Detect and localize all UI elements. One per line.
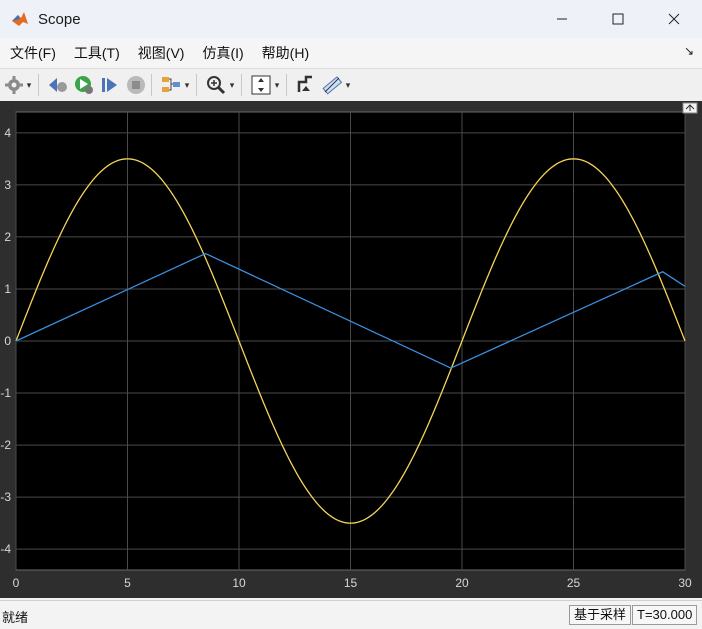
y-tick-label: -4 bbox=[0, 542, 11, 556]
minimize-button[interactable] bbox=[534, 0, 590, 38]
toolbar-separator bbox=[241, 74, 242, 96]
minimize-icon bbox=[557, 18, 567, 20]
restore-view-button[interactable] bbox=[682, 102, 698, 114]
toolbar-separator bbox=[286, 74, 287, 96]
stop-button[interactable] bbox=[125, 73, 147, 97]
menu-help[interactable]: 帮助(H) bbox=[254, 43, 317, 63]
run-icon bbox=[75, 76, 93, 94]
x-tick-label: 10 bbox=[232, 576, 246, 590]
menu-expand-arrow-icon[interactable]: ↘ bbox=[684, 44, 694, 58]
gear-icon bbox=[5, 76, 23, 94]
zoom-button[interactable] bbox=[205, 73, 227, 97]
zoom-icon bbox=[207, 76, 226, 95]
x-tick-label: 30 bbox=[678, 576, 692, 590]
autoscale-button[interactable] bbox=[250, 73, 272, 97]
y-tick-label: 3 bbox=[4, 178, 11, 192]
run-button[interactable] bbox=[73, 73, 95, 97]
signal-dropdown-arrow-icon[interactable]: ▾ bbox=[182, 73, 192, 97]
x-tick-label: 0 bbox=[13, 576, 20, 590]
y-tick-label: -2 bbox=[0, 438, 11, 452]
toolbar-separator bbox=[151, 74, 152, 96]
y-tick-label: 0 bbox=[4, 334, 11, 348]
y-tick-label: 1 bbox=[4, 282, 11, 296]
step-forward-icon bbox=[102, 78, 117, 92]
settings-button[interactable] bbox=[4, 73, 24, 97]
x-tick-label: 15 bbox=[344, 576, 358, 590]
menu-file[interactable]: 文件(F) bbox=[2, 43, 64, 63]
menu-tools[interactable]: 工具(T) bbox=[66, 43, 128, 63]
x-tick-label: 20 bbox=[455, 576, 469, 590]
status-time: T=30.000 bbox=[632, 605, 698, 625]
status-ready: 就绪 bbox=[2, 610, 29, 625]
toolbar-separator bbox=[196, 74, 197, 96]
triggers-icon bbox=[297, 75, 312, 92]
matlab-icon bbox=[12, 12, 28, 26]
measurements-button[interactable] bbox=[321, 73, 343, 97]
triggers-button[interactable] bbox=[295, 73, 317, 97]
x-tick-labels: 0 5 10 15 20 25 30 bbox=[13, 576, 692, 590]
step-back-icon bbox=[49, 78, 67, 92]
y-tick-label: -3 bbox=[0, 490, 11, 504]
menu-bar: 文件(F) 工具(T) 视图(V) 仿真(I) 帮助(H) bbox=[0, 38, 702, 68]
toolbar-separator bbox=[38, 74, 39, 96]
maximize-icon bbox=[612, 13, 624, 25]
zoom-dropdown-arrow-icon[interactable]: ▾ bbox=[227, 73, 237, 97]
measurements-dropdown-arrow-icon[interactable]: ▾ bbox=[343, 73, 353, 97]
y-tick-label: 2 bbox=[4, 230, 11, 244]
window-title: Scope bbox=[38, 10, 81, 28]
scope-plot[interactable]: -4 -3 -2 -1 0 1 2 3 4 0 5 10 15 20 25 30 bbox=[0, 101, 702, 598]
settings-dropdown-arrow-icon[interactable]: ▾ bbox=[24, 73, 34, 97]
signal-selector-icon bbox=[162, 77, 180, 92]
status-mode: 基于采样 bbox=[569, 605, 632, 625]
menu-view[interactable]: 视图(V) bbox=[130, 43, 193, 63]
close-button[interactable] bbox=[646, 0, 702, 38]
scope-display: -4 -3 -2 -1 0 1 2 3 4 0 5 10 15 20 25 30 bbox=[0, 101, 702, 598]
y-tick-labels: -4 -3 -2 -1 0 1 2 3 4 bbox=[0, 126, 11, 556]
autoscale-dropdown-arrow-icon[interactable]: ▾ bbox=[272, 73, 282, 97]
signal-selector-button[interactable] bbox=[160, 73, 182, 97]
title-bar: Scope bbox=[0, 0, 702, 38]
y-tick-label: 4 bbox=[4, 126, 11, 140]
menu-simulation[interactable]: 仿真(I) bbox=[194, 43, 251, 63]
step-forward-button[interactable] bbox=[99, 73, 121, 97]
x-tick-label: 25 bbox=[567, 576, 581, 590]
toolbar: ▾ ▾ ▾ ▾ ▾ bbox=[0, 68, 702, 102]
maximize-button[interactable] bbox=[590, 0, 646, 38]
status-bar: 就绪 基于采样 T=30.000 bbox=[0, 600, 702, 629]
measurements-icon bbox=[322, 76, 343, 95]
close-icon bbox=[668, 13, 680, 25]
x-tick-label: 5 bbox=[124, 576, 131, 590]
stop-icon bbox=[127, 76, 145, 94]
y-tick-label: -1 bbox=[0, 386, 11, 400]
step-back-button[interactable] bbox=[47, 73, 69, 97]
autoscale-icon bbox=[251, 75, 271, 95]
